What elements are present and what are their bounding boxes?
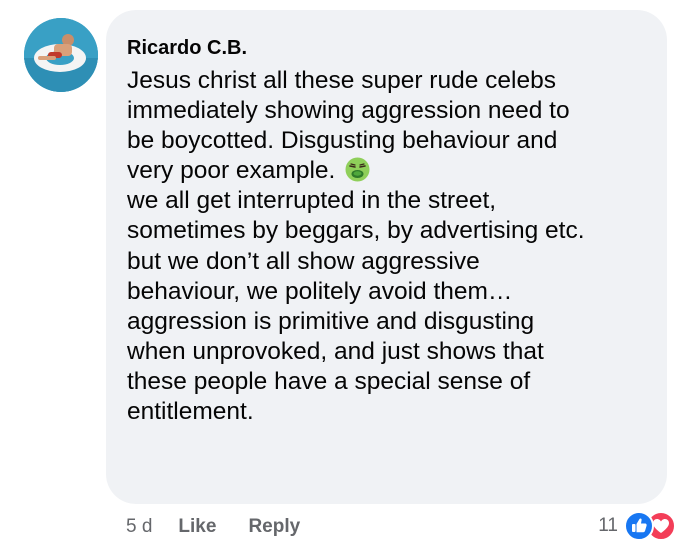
comment-author[interactable]: Ricardo C.B. bbox=[127, 36, 647, 60]
comment-line: sometimes by beggars, by advertising etc… bbox=[127, 217, 585, 245]
comment-line: but we don’t all show aggressive bbox=[127, 247, 480, 275]
like-button[interactable]: Like bbox=[178, 516, 216, 538]
comment-line: when unprovoked, and just shows that bbox=[127, 337, 544, 365]
comment-line: behaviour, we politely avoid them… bbox=[127, 277, 513, 305]
comment-bubble: Ricardo C.B. Jesus christ all these supe… bbox=[106, 10, 667, 504]
comment-timestamp[interactable]: 5 d bbox=[126, 516, 152, 538]
comment-line: Jesus christ all these super rude celebs bbox=[127, 67, 556, 94]
avatar[interactable] bbox=[24, 18, 98, 92]
comment-line: very poor example. bbox=[127, 157, 336, 185]
comment-line: aggression is primitive and disgusting bbox=[127, 307, 535, 335]
comment-text: Jesus christ all these super rude celebs… bbox=[127, 66, 647, 427]
reaction-count: 11 bbox=[598, 515, 618, 536]
comment-actions: 5 d Like Reply bbox=[126, 512, 300, 542]
reply-button[interactable]: Reply bbox=[248, 516, 300, 538]
comment-line-with-emoji: very poor example. bbox=[127, 156, 647, 186]
comment-line: immediately showing aggression need to bbox=[127, 97, 570, 125]
comment-line: be boycotted. Disgusting behaviour and bbox=[127, 127, 558, 155]
reaction-icons bbox=[624, 511, 676, 541]
comment-line: entitlement. bbox=[127, 398, 254, 426]
reactions-summary[interactable]: 11 bbox=[598, 510, 676, 542]
comment-line: these people have a special sense of bbox=[127, 367, 531, 395]
comment-line: we all get interrupted in the street, bbox=[127, 187, 497, 215]
like-reaction-icon bbox=[624, 511, 654, 541]
nauseated-face-icon bbox=[345, 157, 370, 182]
